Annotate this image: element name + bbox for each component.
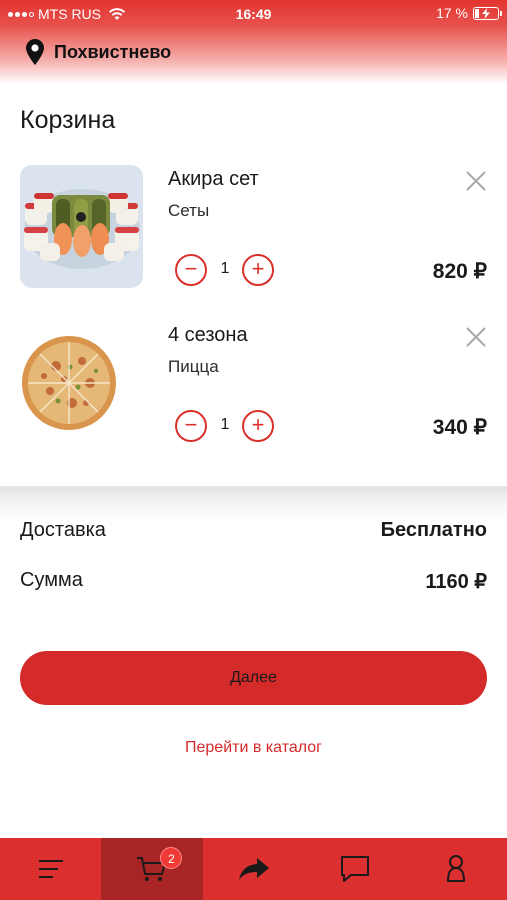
- next-button[interactable]: Далее: [20, 651, 487, 705]
- delivery-value: Бесплатно: [380, 519, 487, 541]
- decrease-quantity-button[interactable]: −: [175, 254, 207, 286]
- cart-item: Акира сет Сеты − 1 + 820 ₽: [0, 165, 507, 305]
- quantity-value: 1: [220, 416, 230, 433]
- battery-percent: 17 %: [436, 5, 468, 21]
- delivery-row: Доставка Бесплатно: [20, 519, 487, 542]
- tab-share[interactable]: [203, 838, 304, 900]
- battery-status: 17 %: [436, 5, 502, 21]
- profile-icon: [447, 855, 466, 882]
- page-title: Корзина: [20, 106, 116, 134]
- tab-profile[interactable]: [406, 838, 507, 900]
- decrease-quantity-button[interactable]: −: [175, 410, 207, 442]
- city-name: Похвистнево: [54, 41, 172, 62]
- section-divider: [0, 486, 507, 522]
- quantity-value: 1: [220, 260, 230, 277]
- remove-item-icon[interactable]: [464, 169, 488, 193]
- cart-item: 4 сезона Пицца − 1 + 340 ₽: [0, 321, 507, 461]
- delivery-label: Доставка: [20, 519, 106, 541]
- total-row: Сумма 1160 ₽: [20, 569, 487, 594]
- tab-menu[interactable]: [0, 838, 101, 900]
- cart-count-badge: 2: [160, 847, 183, 869]
- total-label: Сумма: [20, 569, 83, 591]
- city-selector[interactable]: Похвистнево: [26, 39, 171, 65]
- product-price: 340 ₽: [432, 416, 487, 439]
- product-image-pizza[interactable]: [20, 321, 143, 444]
- product-name[interactable]: Акира сет: [168, 168, 259, 191]
- product-name[interactable]: 4 сезона: [168, 324, 248, 347]
- product-category: Пицца: [168, 357, 219, 376]
- chat-icon: [340, 856, 369, 882]
- total-value: 1160 ₽: [425, 571, 487, 593]
- share-icon: [238, 858, 269, 880]
- battery-icon: [473, 6, 502, 20]
- increase-quantity-button[interactable]: +: [242, 254, 274, 286]
- increase-quantity-button[interactable]: +: [242, 410, 274, 442]
- product-category: Сеты: [168, 201, 210, 220]
- location-pin-icon: [26, 39, 44, 65]
- status-bar: MTS RUS 16:49 17 %: [0, 0, 507, 28]
- product-price: 820 ₽: [432, 260, 487, 283]
- menu-icon: [38, 860, 63, 878]
- bottom-nav: 2: [0, 838, 507, 900]
- remove-item-icon[interactable]: [464, 325, 488, 349]
- clock: 16:49: [235, 6, 272, 22]
- product-image-sushi-set[interactable]: [20, 165, 143, 288]
- tab-chat[interactable]: [304, 838, 405, 900]
- tab-cart[interactable]: 2: [101, 838, 203, 900]
- go-to-catalog-link[interactable]: Перейти в каталог: [0, 739, 507, 757]
